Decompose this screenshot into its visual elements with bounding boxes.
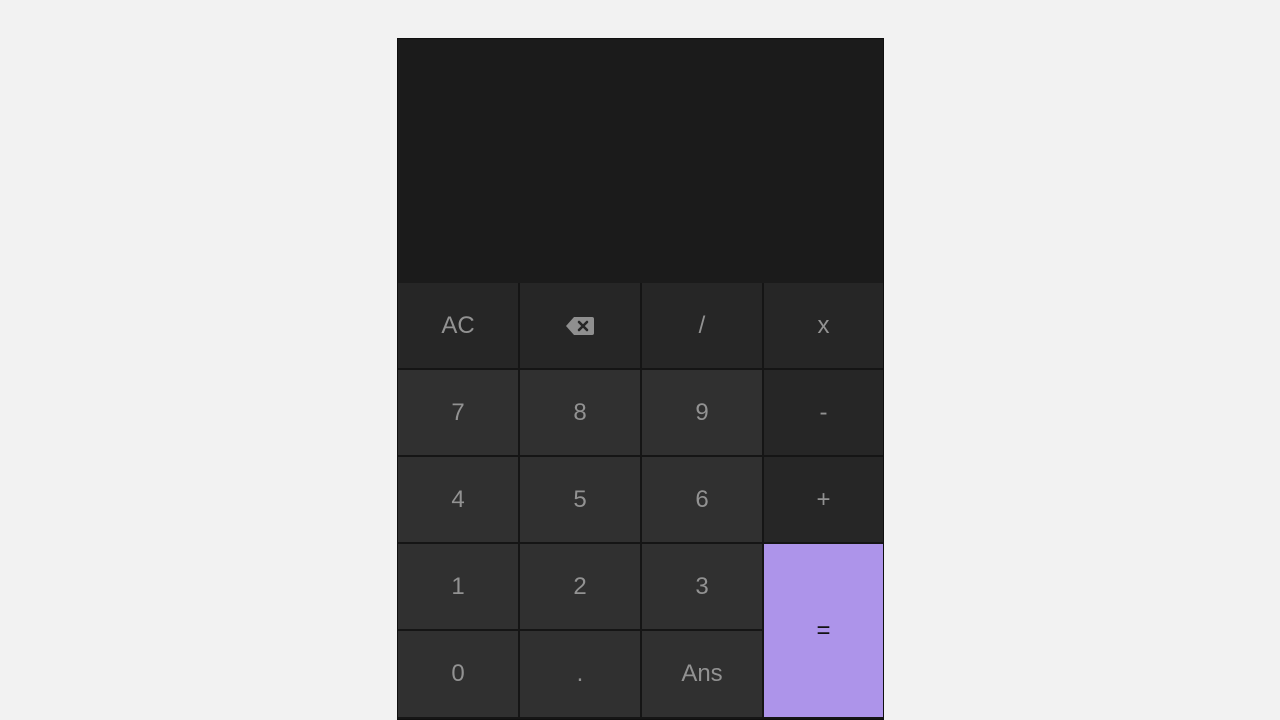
clear-button[interactable]: AC	[398, 283, 518, 368]
digit-6-button[interactable]: 6	[642, 457, 762, 542]
backspace-icon	[565, 315, 596, 337]
multiply-button[interactable]: x	[764, 283, 883, 368]
digit-4-button[interactable]: 4	[398, 457, 518, 542]
minus-button[interactable]: -	[764, 370, 883, 455]
digit-7-button[interactable]: 7	[398, 370, 518, 455]
digit-2-button[interactable]: 2	[520, 544, 640, 629]
keypad: AC / x 7 8 9 - 4 5 6 + 1 2 3 = 0 . Ans	[398, 283, 883, 719]
plus-button[interactable]: +	[764, 457, 883, 542]
calculator-display	[398, 39, 883, 283]
digit-3-button[interactable]: 3	[642, 544, 762, 629]
digit-1-button[interactable]: 1	[398, 544, 518, 629]
answer-button[interactable]: Ans	[642, 631, 762, 717]
equals-button[interactable]: =	[764, 544, 883, 717]
digit-0-button[interactable]: 0	[398, 631, 518, 717]
divide-button[interactable]: /	[642, 283, 762, 368]
digit-8-button[interactable]: 8	[520, 370, 640, 455]
decimal-button[interactable]: .	[520, 631, 640, 717]
digit-9-button[interactable]: 9	[642, 370, 762, 455]
backspace-button[interactable]	[520, 283, 640, 368]
calculator: AC / x 7 8 9 - 4 5 6 + 1 2 3 = 0 . Ans	[397, 38, 884, 720]
digit-5-button[interactable]: 5	[520, 457, 640, 542]
